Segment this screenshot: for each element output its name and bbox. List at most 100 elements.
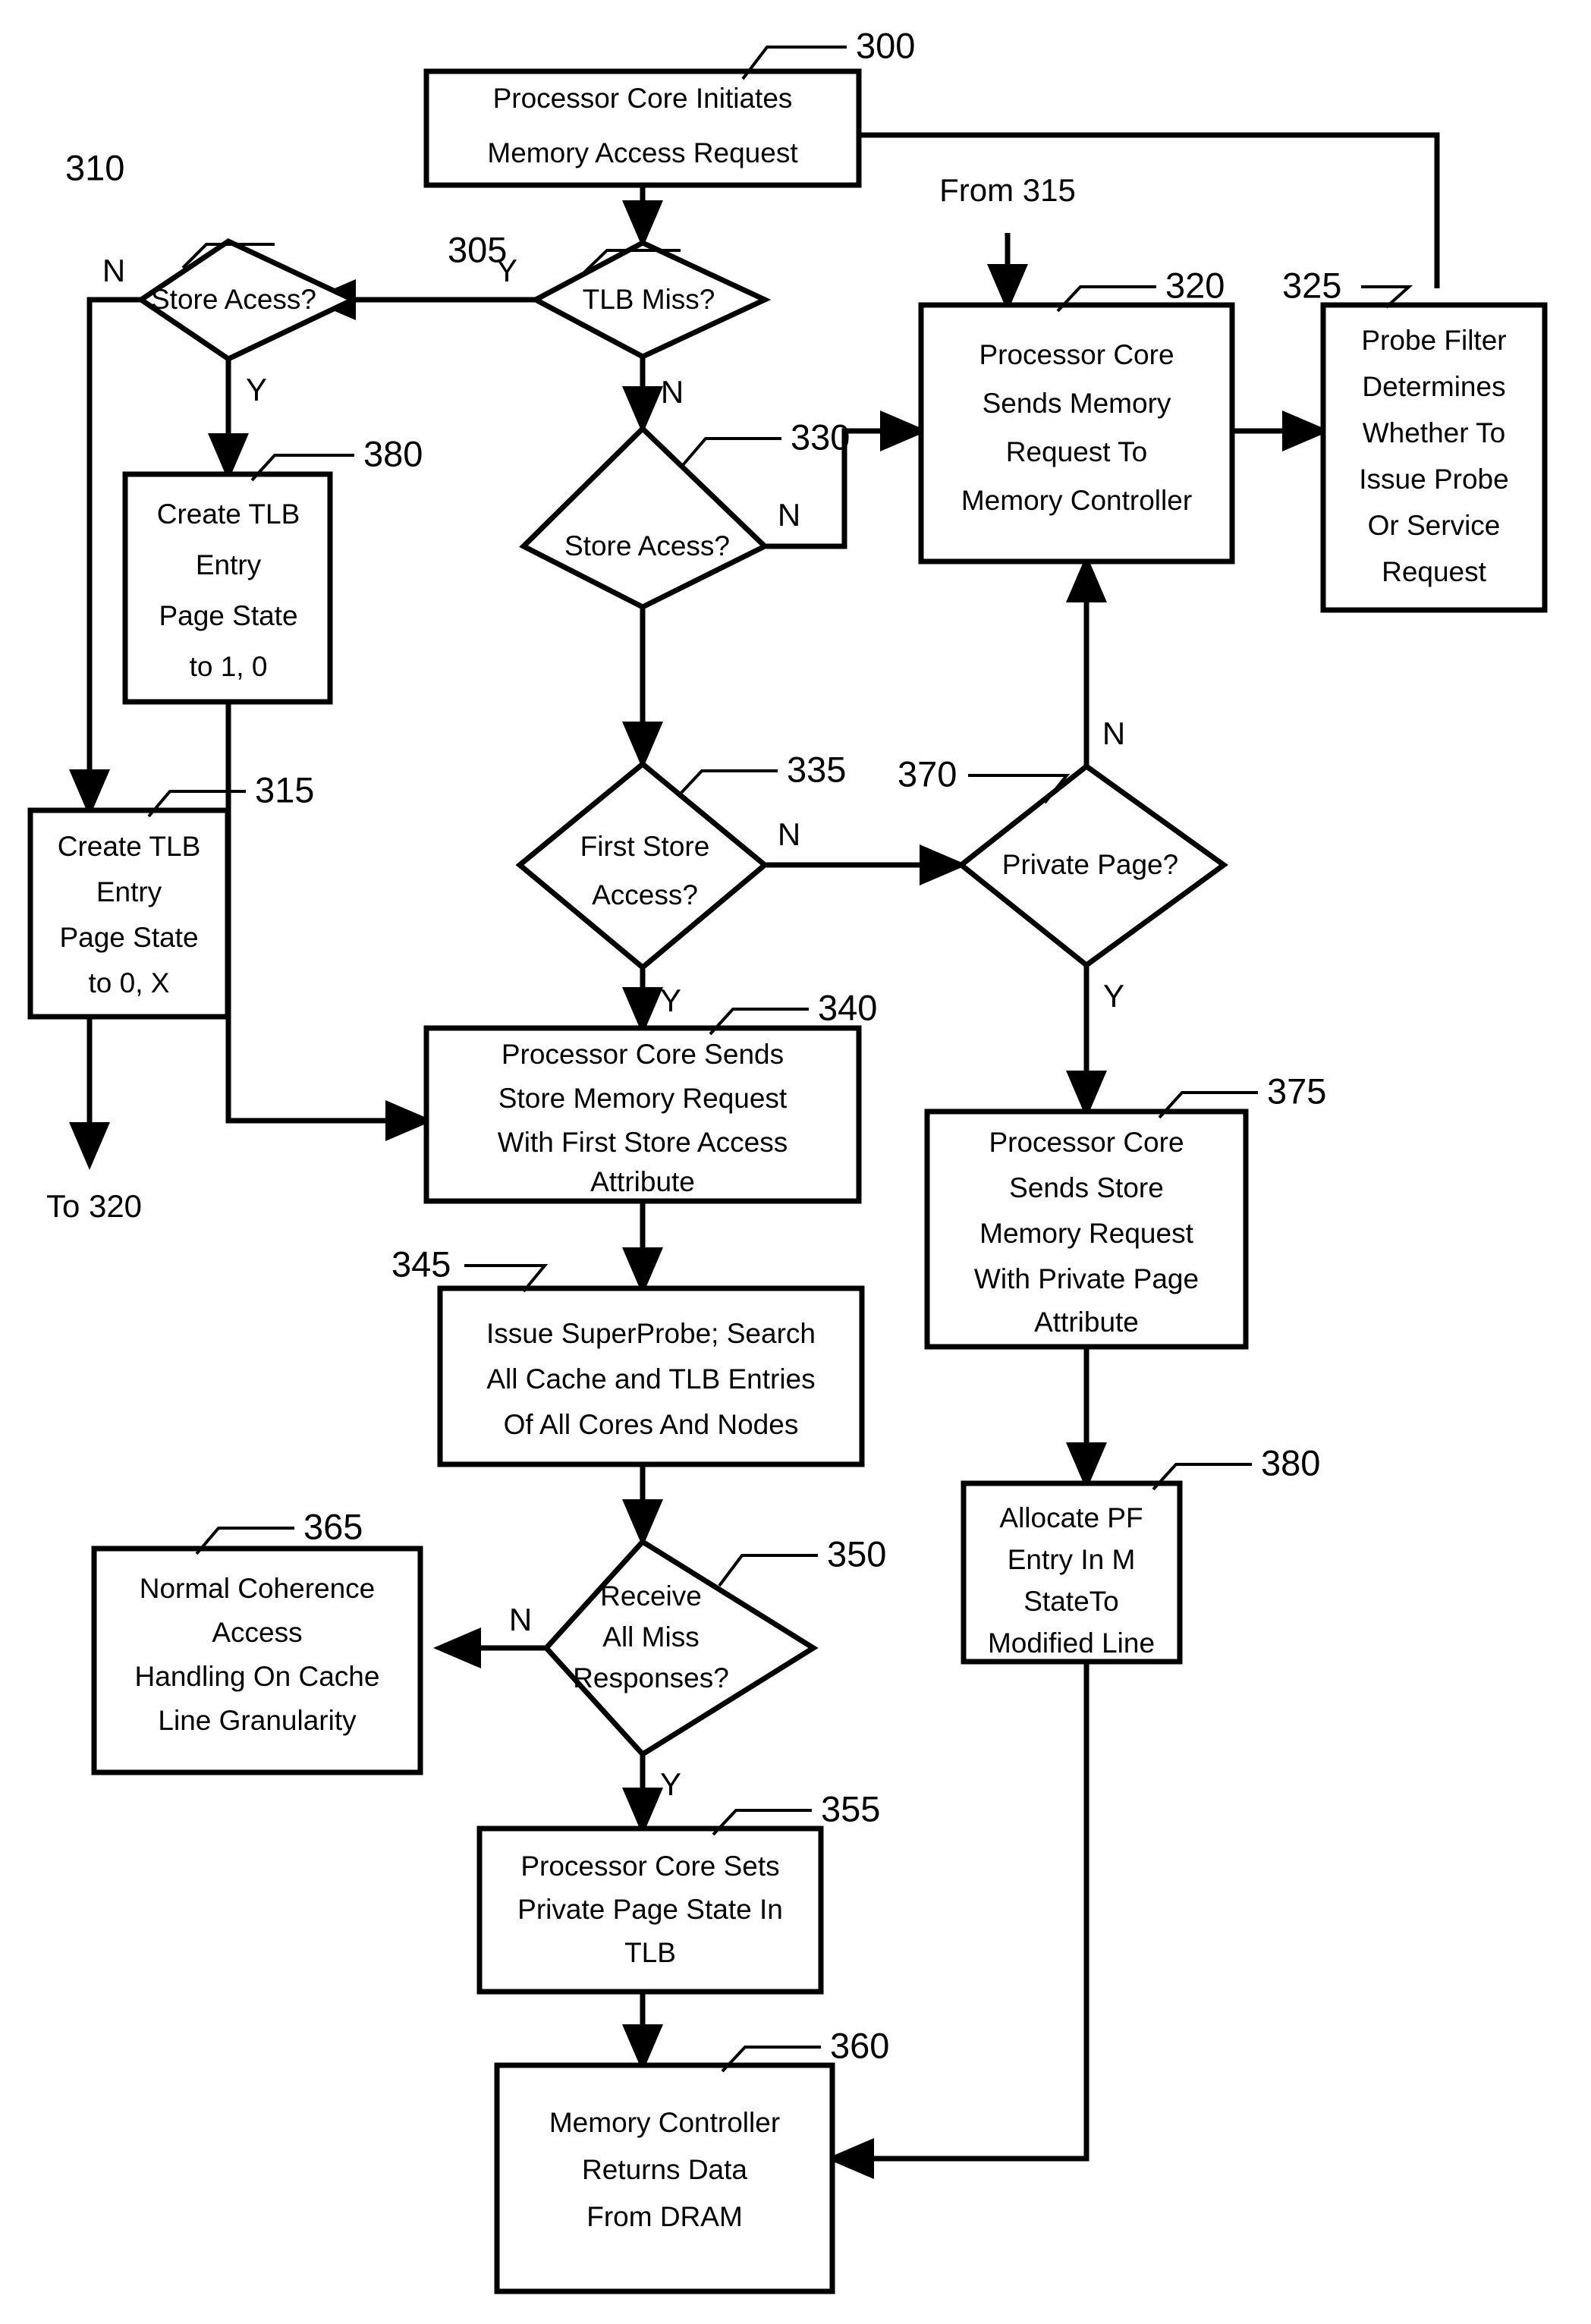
node-300[interactable]: Processor Core Initiates Memory Access R… [423,68,862,188]
node-375-line-4: Attribute [1034,1307,1139,1338]
node-380a-line-2: Page State [159,600,297,631]
node-330[interactable]: Store Acess? [519,425,770,610]
node-380b-line-1: Entry In M [1008,1544,1136,1575]
node-330-line-0: Store Acess? [564,530,730,561]
node-305-line-0: TLB Miss? [583,284,715,315]
node-360-line-1: Returns Data [582,2154,747,2185]
node-325[interactable]: Probe Filter Determines Whether To Issue… [1320,302,1548,613]
node-325-line-2: Whether To [1363,417,1506,448]
ref-355-number: 355 [821,1788,880,1829]
branch-310-yes: Y [246,372,267,407]
node-325-line-3: Issue Probe [1359,464,1508,495]
ref-350: 350 [718,1533,886,1587]
node-370-line-0: Private Page? [1002,849,1178,880]
node-330-diamond [519,425,770,610]
node-375-line-2: Memory Request [979,1218,1193,1249]
node-335[interactable]: First Store Access? [515,760,769,971]
node-310[interactable]: Store Acess? [136,237,360,363]
flowchart-canvas: Processor Core Initiates Memory Access R… [27,25,1548,2294]
node-375-line-3: With Private Page [974,1263,1199,1294]
node-380a[interactable]: Create TLB Entry Page State to 1, 0 [122,471,333,705]
node-350-line-0: Receive [600,1580,702,1612]
node-345-line-1: All Cache and TLB Entries [486,1363,815,1395]
node-365-line-1: Access [212,1617,302,1648]
branch-310-no: N [102,253,125,288]
ref-330: 330 [681,417,850,467]
node-335-line-1: Access? [592,879,698,910]
node-340-line-1: Store Memory Request [498,1083,788,1114]
branch-370-yes: Y [1103,978,1124,1014]
node-315-line-0: Create TLB [58,831,201,862]
ref-350-leader [718,1554,818,1587]
node-365-line-0: Normal Coherence [140,1573,376,1604]
node-320-line-3: Memory Controller [961,485,1192,516]
node-360-line-0: Memory Controller [549,2107,780,2138]
node-380b[interactable]: Allocate PF Entry In M StateTo Modified … [961,1480,1183,1665]
node-365-line-2: Handling On Cache [135,1661,380,1692]
node-320-line-1: Sends Memory [983,388,1171,419]
node-370[interactable]: Private Page? [957,763,1228,969]
node-350[interactable]: Receive All Miss Responses? [542,1538,819,1758]
node-380b-line-3: Modified Line [988,1627,1155,1659]
ref-300-number: 300 [856,25,915,65]
node-325-line-0: Probe Filter [1361,325,1506,356]
node-325-line-4: Or Service [1368,510,1501,541]
node-315-line-1: Entry [96,876,162,907]
node-335-line-0: First Store [580,831,710,862]
node-345-line-2: Of All Cores And Nodes [504,1409,799,1440]
node-365[interactable]: Normal Coherence Access Handling On Cach… [91,1546,423,1775]
node-355[interactable]: Processor Core Sets Private Page State I… [476,1826,824,1995]
node-360-line-2: From DRAM [586,2201,743,2232]
node-380b-line-2: StateTo [1023,1586,1118,1617]
node-375-line-0: Processor Core [989,1127,1184,1158]
node-320-line-0: Processor Core [979,339,1174,370]
ref-310-number: 310 [65,147,124,187]
node-345[interactable]: Issue SuperProbe; Search All Cache and T… [437,1285,865,1467]
flowchart-page: Processor Core Initiates Memory Access R… [0,0,1591,2324]
ref-330-number: 330 [791,417,850,457]
node-375[interactable]: Processor Core Sends Store Memory Reques… [924,1109,1249,1350]
ref-350-number: 350 [827,1533,886,1574]
node-380b-line-0: Allocate PF [999,1502,1143,1533]
ref-360-number: 360 [830,2025,889,2065]
node-340-line-3: Attribute [590,1166,695,1197]
branch-335-no: N [778,816,800,852]
branch-330-no: N [778,497,800,533]
node-355-line-2: TLB [624,1937,676,1968]
node-345-line-0: Issue SuperProbe; Search [486,1318,816,1349]
ref-335-number: 335 [787,749,846,789]
node-305[interactable]: TLB Miss? [530,240,772,360]
node-300-line-0: Processor Core Initiates [493,83,793,114]
node-315[interactable]: Create TLB Entry Page State to 0, X [27,807,231,1020]
node-340[interactable]: Processor Core Sends Store Memory Reques… [423,1025,862,1204]
node-365-line-3: Line Granularity [158,1705,357,1736]
ref-370: 370 [898,753,1071,804]
node-355-line-0: Processor Core Sets [520,1851,779,1882]
branch-305-yes: Y [496,253,517,288]
node-300-line-1: Memory Access Request [487,137,798,168]
ref-365-number: 365 [303,1506,363,1546]
branch-370-no: N [1102,715,1125,751]
node-340-line-0: Processor Core Sends [502,1039,784,1070]
ref-375-number: 375 [1267,1071,1326,1111]
node-355-line-1: Private Page State In [517,1894,783,1925]
ref-325: 325 [1282,265,1413,309]
branch-350-no: N [509,1602,532,1637]
branch-335-yes: Y [660,983,681,1018]
ref-335: 335 [678,749,846,797]
node-315-line-2: Page State [59,922,198,953]
ref-380a-number: 380 [363,433,423,473]
node-320[interactable]: Processor Core Sends Memory Request To M… [918,302,1235,564]
node-350-line-1: All Miss [602,1621,699,1653]
node-325-line-1: Determines [1362,371,1505,402]
node-335-diamond [515,760,769,971]
node-380a-line-1: Entry [196,549,262,580]
node-340-line-2: With First Store Access [498,1127,788,1158]
ref-335-leader [678,769,778,797]
node-360[interactable]: Memory Controller Returns Data From DRAM [494,2062,835,2294]
note-to-320: To 320 [46,1188,142,1224]
ref-330-leader [681,437,781,467]
ref-315-number: 315 [255,769,314,810]
ref-370-number: 370 [898,753,957,794]
node-325-line-5: Request [1382,556,1487,587]
